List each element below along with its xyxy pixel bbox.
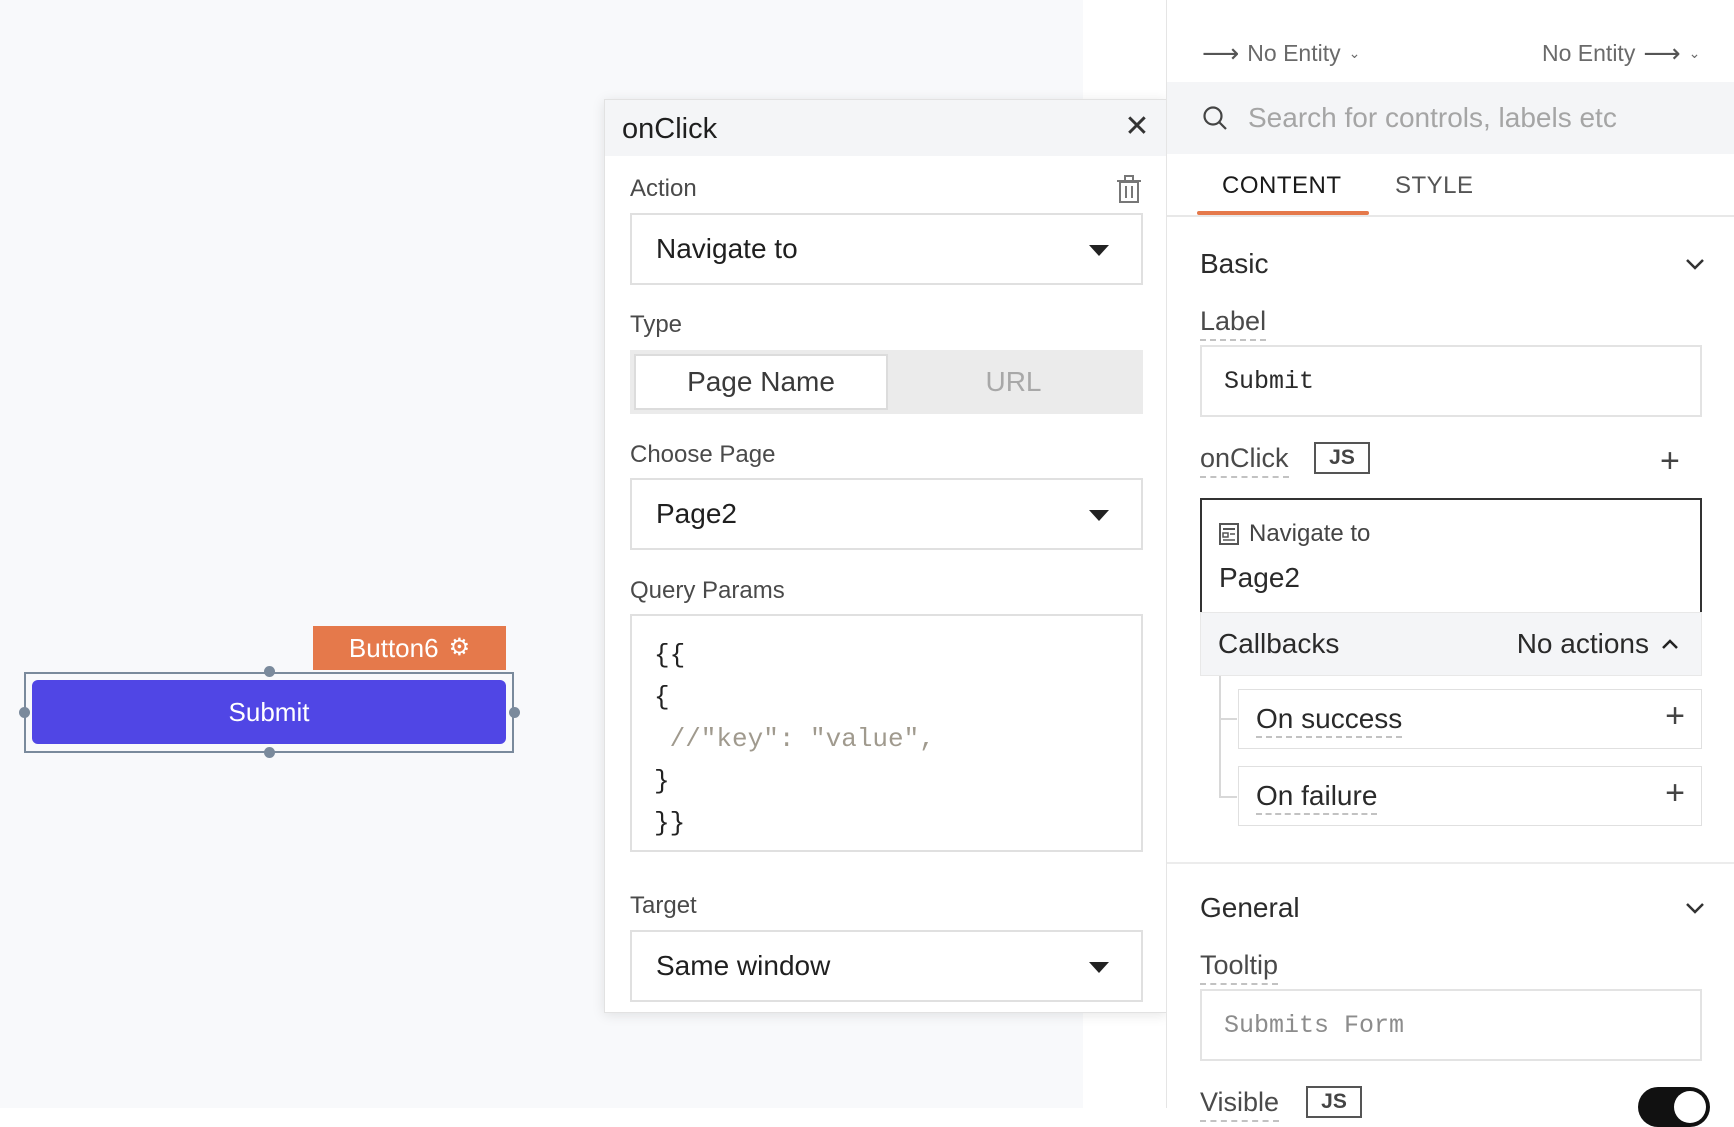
search-icon — [1203, 106, 1227, 130]
type-option-url[interactable]: URL — [888, 354, 1139, 410]
page-icon — [1219, 523, 1239, 545]
query-params-label: Query Params — [630, 577, 785, 604]
action-type-row: Navigate to — [1219, 520, 1370, 548]
code-line: { — [654, 682, 670, 712]
tab-content[interactable]: CONTENT — [1222, 172, 1342, 200]
js-toggle-badge[interactable]: JS — [1306, 1086, 1362, 1118]
code-line: } — [654, 766, 670, 796]
resize-handle-left[interactable] — [19, 707, 30, 718]
tree-connector — [1219, 676, 1221, 798]
callbacks-status: No actions — [1517, 628, 1679, 660]
add-failure-callback-icon[interactable]: + — [1665, 776, 1685, 810]
widget-name-tag[interactable]: Button6 ⚙ — [313, 626, 506, 670]
choose-page-value: Page2 — [656, 498, 737, 529]
resize-handle-bottom[interactable] — [264, 747, 275, 758]
action-target-text: Page2 — [1219, 562, 1300, 593]
resize-handle-top[interactable] — [264, 666, 275, 677]
chevron-down-icon[interactable] — [1684, 897, 1706, 919]
type-label: Type — [630, 311, 683, 338]
visible-property-label: Visible — [1200, 1087, 1280, 1122]
chevron-up-icon — [1662, 639, 1678, 649]
add-success-callback-icon[interactable]: + — [1665, 699, 1685, 733]
chevron-down-icon: ⌄ — [1348, 45, 1361, 61]
search-input[interactable] — [1248, 96, 1708, 140]
code-line: {{ — [654, 640, 686, 670]
js-toggle-badge[interactable]: JS — [1314, 442, 1370, 474]
search-bar — [1167, 82, 1734, 154]
query-params-editor[interactable]: {{ { //"key": "value", } }} — [630, 614, 1143, 852]
action-select[interactable]: Navigate to — [630, 213, 1143, 285]
popup-title: onClick — [622, 113, 718, 145]
submit-widget-button[interactable]: Submit — [32, 680, 506, 744]
onclick-action-card[interactable]: Navigate to Page2 — [1200, 498, 1702, 614]
entity-selector-left[interactable]: ⟶ No Entity ⌄ — [1202, 38, 1360, 69]
on-success-label: On success — [1256, 703, 1403, 738]
label-property-input[interactable]: Submit — [1200, 345, 1702, 417]
tooltip-property-label: Tooltip — [1200, 950, 1279, 985]
section-title-basic[interactable]: Basic — [1200, 248, 1268, 280]
on-failure-row[interactable]: On failure + — [1238, 766, 1702, 826]
onclick-property-label: onClick — [1200, 443, 1289, 478]
entity-left-label: No Entity — [1247, 40, 1341, 66]
onclick-action-popup: onClick ✕ Action Navigate to Type Page N… — [604, 99, 1167, 1013]
target-label: Target — [630, 892, 697, 919]
callbacks-status-text: No actions — [1516, 628, 1649, 659]
property-pane: ⟶ No Entity ⌄ No Entity ⟶ ⌄ CONTENT STYL… — [1166, 0, 1734, 1127]
add-action-icon[interactable]: + — [1660, 444, 1680, 478]
tree-connector — [1219, 718, 1237, 720]
label-property-label: Label — [1200, 306, 1267, 341]
target-select-value: Same window — [656, 950, 831, 981]
callbacks-toggle[interactable]: Callbacks No actions — [1200, 612, 1702, 676]
entity-selector-right[interactable]: No Entity ⟶ ⌄ — [1542, 38, 1700, 69]
tabs-divider — [1167, 215, 1734, 217]
gear-icon[interactable]: ⚙ — [449, 636, 471, 660]
tooltip-property-input[interactable]: Submits Form — [1200, 989, 1702, 1061]
section-divider — [1167, 862, 1734, 864]
code-line: }} — [654, 808, 686, 838]
popup-header: onClick ✕ — [605, 100, 1166, 156]
type-segmented-control: Page Name URL — [630, 350, 1143, 414]
section-title-general[interactable]: General — [1200, 892, 1300, 924]
close-icon[interactable]: ✕ — [1122, 112, 1152, 142]
choose-page-select[interactable]: Page2 — [630, 478, 1143, 550]
resize-handle-right[interactable] — [509, 707, 520, 718]
action-label: Action — [630, 175, 697, 202]
entity-right-label: No Entity — [1542, 40, 1636, 66]
type-option-page-name[interactable]: Page Name — [634, 354, 888, 410]
widget-name: Button6 — [348, 632, 439, 663]
chevron-down-icon: ⌄ — [1688, 45, 1701, 61]
tab-style[interactable]: STYLE — [1395, 172, 1474, 200]
toggle-knob — [1674, 1091, 1706, 1123]
chevron-down-icon[interactable] — [1684, 253, 1706, 275]
code-line-comment: //"key": "value", — [654, 724, 935, 754]
visible-toggle-switch[interactable] — [1638, 1087, 1710, 1127]
on-failure-label: On failure — [1256, 780, 1378, 815]
trash-icon[interactable] — [1115, 174, 1143, 204]
arrow-right-icon: ⟶ — [1643, 38, 1681, 68]
caret-down-icon — [1089, 245, 1109, 256]
target-select[interactable]: Same window — [630, 930, 1143, 1002]
caret-down-icon — [1089, 510, 1109, 521]
on-success-row[interactable]: On success + — [1238, 689, 1702, 749]
callbacks-label: Callbacks — [1218, 628, 1340, 659]
action-select-value: Navigate to — [656, 233, 798, 264]
action-type-text: Navigate to — [1249, 520, 1371, 547]
choose-page-label: Choose Page — [630, 441, 776, 468]
arrow-right-icon: ⟶ — [1202, 38, 1240, 68]
tree-connector — [1219, 796, 1237, 798]
caret-down-icon — [1089, 962, 1109, 973]
